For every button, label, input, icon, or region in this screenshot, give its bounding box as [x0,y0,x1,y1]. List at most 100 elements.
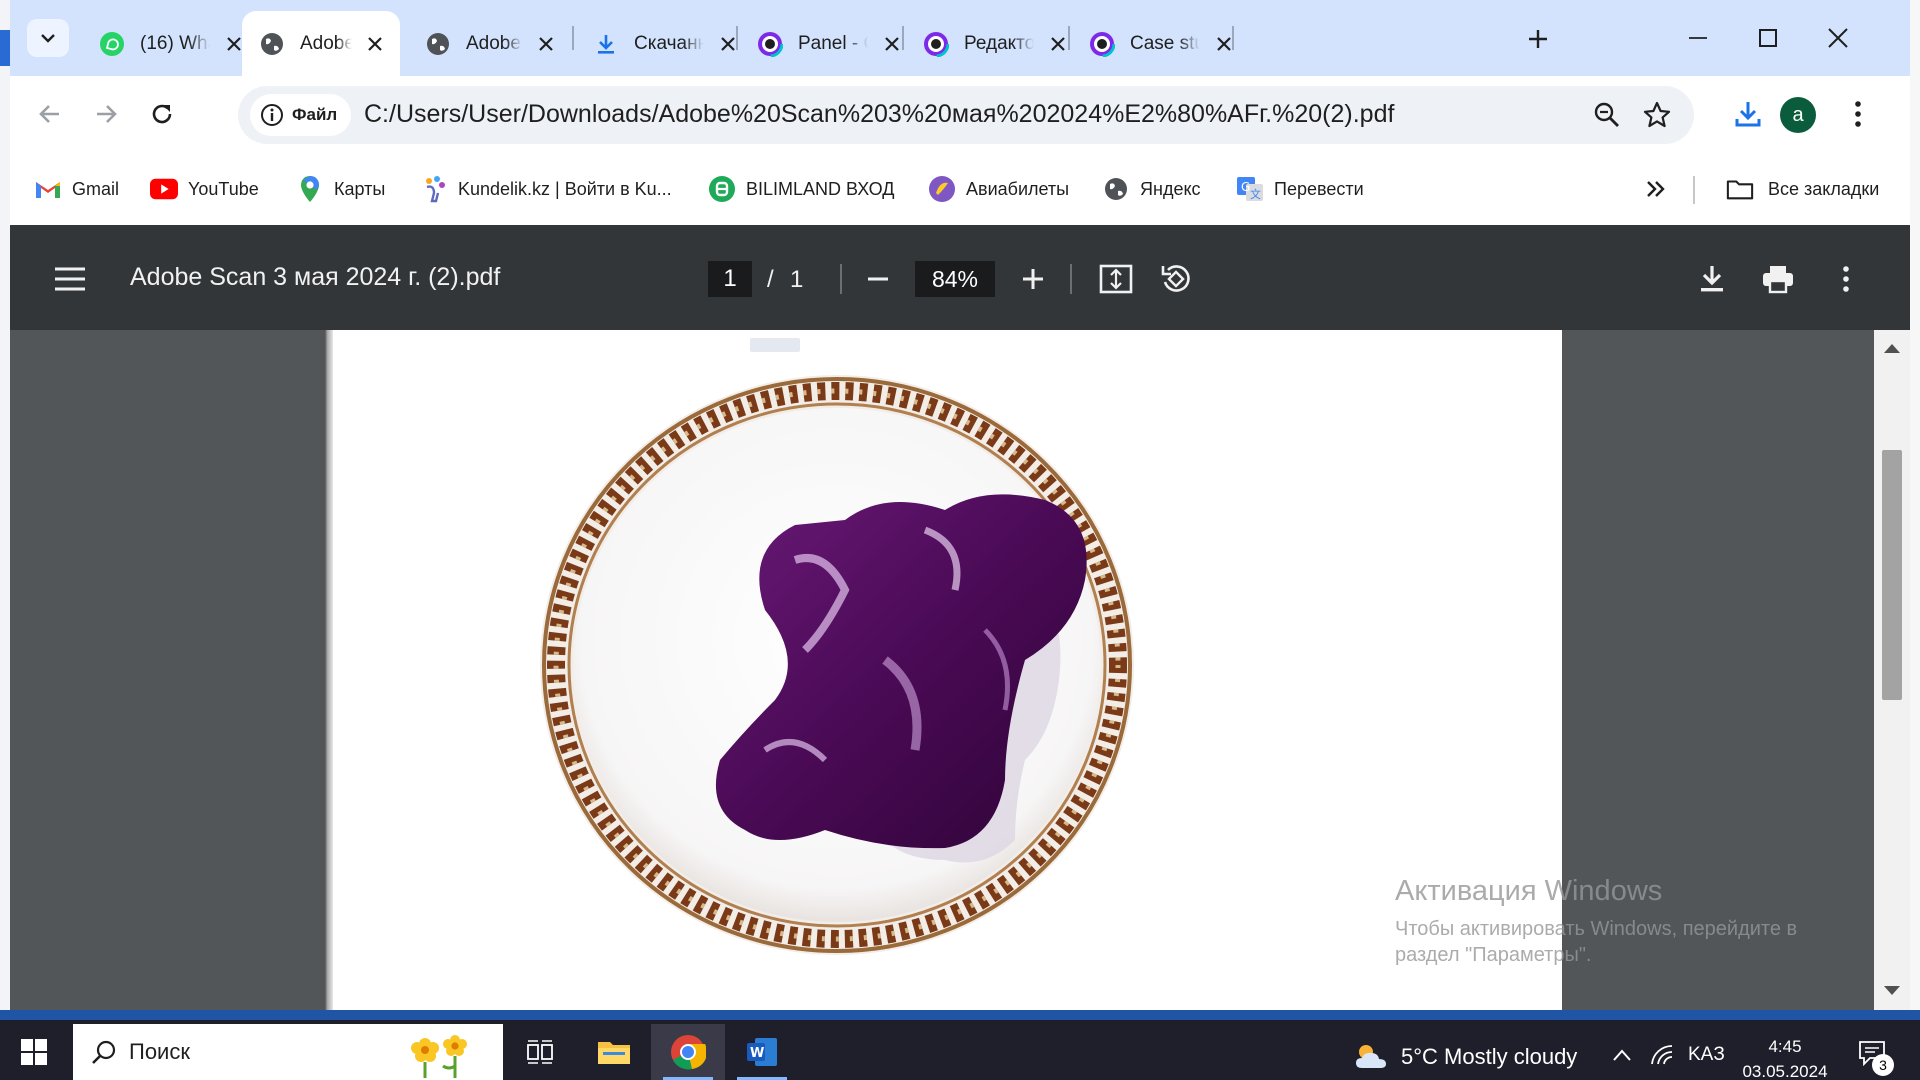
notification-center-button[interactable]: 3 [1858,1040,1894,1076]
maps-icon [296,175,324,203]
scanned-photo-purple-object-on-plate [540,375,1134,955]
zoom-out-magnifier-icon [1594,102,1619,127]
scroll-down-arrow[interactable] [1884,986,1900,995]
taskbar-task-view[interactable] [503,1024,577,1080]
url-text[interactable]: C:/Users/User/Downloads/Adobe%20Scan%203… [364,100,1394,129]
printer-icon [1763,266,1793,294]
tab-downloads[interactable]: Скачанные [576,11,754,76]
search-icon [92,1040,116,1064]
bookmark-label: YouTube [188,178,259,199]
tab-strip: (16) WhatsApp Adobe Scan Adobe Scan Скач… [10,0,1910,76]
youtube-icon [150,175,178,203]
close-tab-icon[interactable] [880,32,904,56]
hamburger-menu-icon [55,267,85,291]
zoom-level-input[interactable]: 84% [915,261,995,297]
zoom-indicator-button[interactable] [1590,98,1624,132]
bookmark-kundelik[interactable]: Kundelik.kz | Войти в Ku... [420,174,672,204]
canva-icon [756,30,784,58]
tab-canva-editor[interactable]: Редактор [906,11,1084,76]
plus-icon [1023,269,1043,289]
taskbar-clock[interactable]: 4:45 03.05.2024 [1730,1034,1840,1080]
taskbar-word[interactable]: W [725,1024,799,1080]
close-tab-icon[interactable] [364,32,386,56]
svg-text:W: W [750,1046,764,1061]
all-bookmarks-label: Все закладки [1768,178,1880,199]
tab-title: (16) WhatsApp [140,32,210,54]
start-button[interactable] [14,1032,54,1072]
minimize-button[interactable] [1670,14,1726,62]
bookmark-maps[interactable]: Карты [296,174,385,204]
pdf-scrollbar[interactable] [1874,330,1910,1010]
chevron-down-icon [41,34,55,43]
bookmark-yandex[interactable]: Яндекс [1102,174,1201,204]
watermark-title: Активация Windows [1395,875,1663,907]
bookmark-gmail[interactable]: Gmail [34,174,119,204]
close-window-button[interactable] [1810,14,1866,62]
tab-title: Adobe Scan [466,32,522,54]
bookmark-aviabilety[interactable]: Авиабилеты [928,174,1069,204]
tab-canva-case-study[interactable]: Case study [1072,11,1250,76]
site-info-chip[interactable]: Файл [250,94,352,136]
more-bookmarks-button[interactable] [1645,174,1667,204]
tab-canva-panel[interactable]: Panel - Canva [740,11,918,76]
bookmark-label: Kundelik.kz | Войти в Ku... [458,178,672,199]
browser-menu-button[interactable] [1836,92,1880,136]
all-bookmarks-button[interactable]: Все закладки [1726,174,1879,204]
globe-icon [1102,175,1130,203]
bookmark-bilimland[interactable]: BILIMLAND ВХОД [708,174,894,204]
tab-whatsapp[interactable]: (16) WhatsApp [82,11,260,76]
star-icon [1643,101,1671,128]
clock-date: 03.05.2024 [1742,1062,1828,1080]
pdf-download-button[interactable] [1690,257,1734,301]
aviabilety-icon [928,175,956,203]
bookmark-label: Gmail [72,178,120,199]
tab-search-button[interactable] [27,19,69,57]
search-placeholder: Поиск [129,1039,190,1064]
bookmark-youtube[interactable]: YouTube [150,174,259,204]
taskbar-search-box[interactable]: Поиск [73,1024,503,1080]
globe-icon [424,30,452,58]
weather-text: 5°C Mostly cloudy [1401,1044,1578,1069]
rotate-button[interactable] [1154,257,1198,301]
pdf-sidebar-button[interactable] [48,257,92,301]
downloads-button[interactable] [1726,92,1770,136]
show-hidden-icons-button[interactable] [1612,1040,1632,1070]
kebab-menu-icon [1843,266,1849,292]
network-status[interactable] [1650,1040,1674,1070]
forward-button[interactable] [84,92,128,136]
taskbar-chrome[interactable] [651,1024,725,1080]
scrollbar-thumb[interactable] [1882,450,1902,700]
address-bar[interactable]: Файл C:/Users/User/Downloads/Adobe%20Sca… [238,86,1694,144]
tab-title: Редактор [964,32,1034,54]
taskbar-weather[interactable]: 5°C Mostly cloudy [1353,1042,1577,1072]
reload-icon [152,104,172,124]
tab-adobe-scan-active[interactable]: Adobe Scan [242,11,400,76]
page-number-input[interactable]: 1 [708,261,752,297]
zoom-in-button[interactable] [1011,257,1055,301]
folder-icon [1726,175,1754,203]
bookmark-label: Авиабилеты [966,178,1070,199]
new-tab-button[interactable] [1518,19,1558,59]
kundelik-icon [420,175,448,203]
scroll-up-arrow[interactable] [1884,344,1900,353]
bookmark-label: Карты [334,178,386,199]
profile-avatar[interactable]: a [1780,97,1816,133]
pdf-more-button[interactable] [1824,257,1868,301]
reload-button[interactable] [140,92,184,136]
bookmarks-bar: Gmail YouTube Карты Kundelik.kz | Войти … [10,152,1910,225]
close-tab-icon[interactable] [1046,32,1070,56]
tab-adobe-scan[interactable]: Adobe Scan [408,11,572,76]
close-tab-icon[interactable] [534,32,558,56]
taskbar-file-explorer[interactable] [577,1024,651,1080]
zoom-out-button[interactable] [856,257,900,301]
bookmark-translate[interactable]: G文 Перевести [1236,174,1364,204]
svg-text:文: 文 [1250,187,1261,201]
fit-to-page-button[interactable] [1094,257,1138,301]
folder-icon [598,1042,630,1064]
svg-text:G: G [1241,180,1250,194]
language-indicator[interactable]: KAЗ [1688,1040,1725,1070]
bookmark-star-button[interactable] [1640,98,1674,132]
maximize-button[interactable] [1740,14,1796,62]
pdf-print-button[interactable] [1756,257,1800,301]
back-button[interactable] [28,92,72,136]
